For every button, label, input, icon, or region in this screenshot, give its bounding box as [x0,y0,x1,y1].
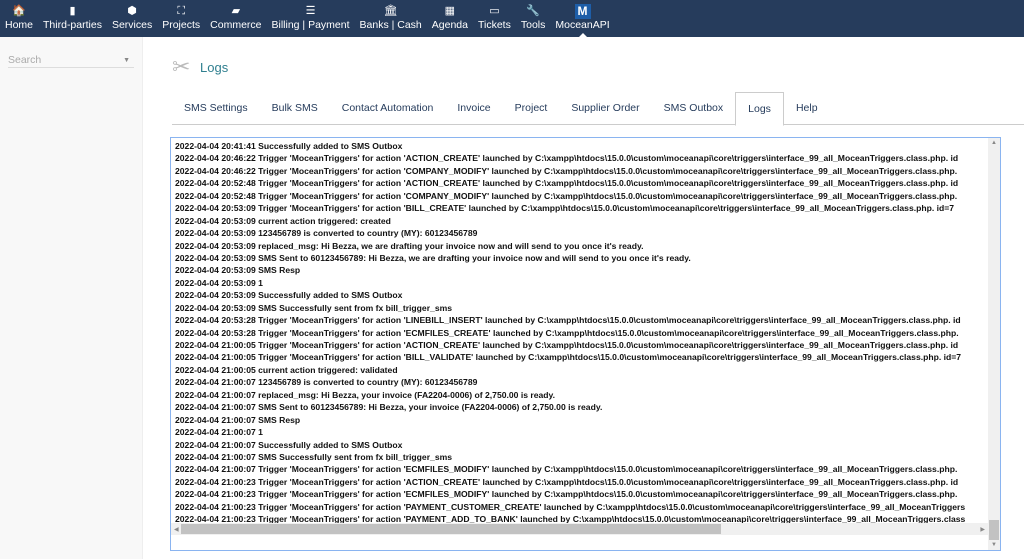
log-line: 2022-04-04 20:52:48 Trigger 'MoceanTrigg… [175,178,959,189]
log-line: 2022-04-04 20:41:41 Successfully added t… [175,141,403,151]
nav-commerce[interactable]: ▰ Commerce [205,0,266,37]
log-line: 2022-04-04 21:00:07 Trigger 'MoceanTrigg… [175,464,958,475]
vertical-scroll-thumb[interactable] [989,520,999,540]
log-line: 2022-04-04 21:00:07 SMS Sent to 60123456… [175,402,603,413]
log-line: 2022-04-04 20:53:09 Trigger 'MoceanTrigg… [175,203,955,214]
log-line: 2022-04-04 20:53:28 Trigger 'MoceanTrigg… [175,315,961,326]
log-line: 2022-04-04 20:53:09 123456789 is convert… [175,228,478,239]
nav-billing-payment[interactable]: ☰ Billing | Payment [267,0,355,37]
horizontal-scroll-thumb[interactable] [181,524,721,534]
nav-icon: ⬢ [127,5,137,17]
nav-icon: ⛶ [177,5,186,17]
caret-down-icon: ▼ [123,57,130,64]
nav-label: Commerce [210,19,262,31]
log-lines: 2022-04-04 20:41:41 Successfully added t… [175,140,988,526]
log-textarea[interactable]: 2022-04-04 20:41:41 Successfully added t… [170,137,1001,551]
nav-tools[interactable]: 🔧 Tools [516,0,551,37]
nav-icon: 🏛 [383,5,398,17]
log-line: 2022-04-04 20:53:28 Trigger 'MoceanTrigg… [175,327,959,338]
search-placeholder: Search [8,54,42,66]
nav-icon: ▦ [444,5,456,17]
tab-help[interactable]: Help [784,92,830,125]
scroll-left-icon[interactable]: ◀ [174,526,179,533]
log-line: 2022-04-04 21:00:07 Successfully added t… [175,439,403,450]
nav-icon: M [574,4,591,19]
nav-label: Home [5,19,34,31]
log-line: 2022-04-04 21:00:05 current action trigg… [175,364,398,375]
tab-supplier-order[interactable]: Supplier Order [559,92,651,125]
sidebar: Search ▼ [0,37,143,559]
nav-label: Projects [162,19,201,31]
log-line: 2022-04-04 21:00:07 replaced_msg: Hi Bez… [175,389,556,400]
nav-tickets[interactable]: ▭ Tickets [473,0,516,37]
log-line: 2022-04-04 21:00:07 SMS Successfully sen… [175,451,453,462]
log-line: 2022-04-04 20:46:22 Trigger 'MoceanTrigg… [175,153,959,164]
nav-label: Tickets [477,19,511,31]
nav-icon: ☰ [305,5,316,17]
log-line: 2022-04-04 20:46:22 Trigger 'MoceanTrigg… [175,165,958,176]
log-line: 2022-04-04 20:53:09 SMS Successfully sen… [175,302,453,313]
tools-icon: ✂ [172,54,191,79]
scroll-down-icon[interactable]: ▼ [991,542,997,548]
nav-agenda[interactable]: ▦ Agenda [427,0,473,37]
tab-sms-outbox[interactable]: SMS Outbox [652,92,736,125]
page-title: Logs [200,59,229,75]
search-select[interactable]: Search ▼ [8,51,134,68]
nav-third-parties[interactable]: ▮ Third-parties [38,0,107,37]
nav-icon: 🔧 [526,5,540,17]
log-line: 2022-04-04 20:53:09 current action trigg… [175,215,391,226]
nav-icon: ▰ [231,5,241,17]
nav-label: Third-parties [43,19,102,31]
scroll-up-icon[interactable]: ▲ [991,140,997,146]
log-line: 2022-04-04 21:00:23 Trigger 'MoceanTrigg… [175,489,958,500]
nav-services[interactable]: ⬢ Services [107,0,157,37]
log-line: 2022-04-04 21:00:23 Trigger 'MoceanTrigg… [175,501,966,512]
nav-home[interactable]: 🏠 Home [0,0,38,37]
scroll-right-icon[interactable]: ▶ [980,526,985,533]
top-navigation: 🏠 Home ▮ Third-parties ⬢ Services ⛶ Projects ▰ Co… [0,0,1024,37]
log-line: 2022-04-04 20:53:09 Successfully added t… [175,290,403,301]
log-line: 2022-04-04 20:53:09 SMS Sent to 60123456… [175,252,691,263]
nav-label: Banks | Cash [359,19,422,31]
log-line: 2022-04-04 20:53:09 1 [175,277,263,288]
log-line: 2022-04-04 21:00:07 123456789 is convert… [175,377,478,388]
tab-bar: SMS Settings Bulk SMS Contact Automation In… [172,92,1024,126]
log-line: 2022-04-04 21:00:05 Trigger 'MoceanTrigg… [175,352,962,363]
nav-label: Services [111,19,153,31]
nav-label: Billing | Payment [271,19,350,31]
page-header: ✂ Logs [172,54,228,80]
nav-moceanapi[interactable]: M MoceanAPI [550,0,614,37]
tab-invoice[interactable]: Invoice [445,92,502,125]
nav-icon: ▮ [69,5,76,17]
nav-icon: ▭ [489,5,500,17]
nav-icon: 🏠 [12,5,26,17]
horizontal-scrollbar[interactable]: ◀ ▶ [171,523,988,535]
nav-label: MoceanAPI [555,19,610,31]
log-line: 2022-04-04 21:00:07 1 [175,427,263,438]
nav-projects[interactable]: ⛶ Projects [157,0,205,37]
nav-label: Agenda [431,19,468,31]
tab-bulk-sms[interactable]: Bulk SMS [260,92,330,125]
log-line: 2022-04-04 20:52:48 Trigger 'MoceanTrigg… [175,190,958,201]
log-line: 2022-04-04 21:00:23 Trigger 'MoceanTrigg… [175,476,959,487]
tab-sms-settings[interactable]: SMS Settings [172,92,260,125]
tab-logs[interactable]: Logs [735,92,784,126]
log-line: 2022-04-04 20:53:09 replaced_msg: Hi Bez… [175,240,644,251]
log-line: 2022-04-04 20:53:09 SMS Resp [175,265,301,276]
nav-label: Tools [520,19,546,31]
vertical-scrollbar[interactable]: ▲ ▼ [988,138,1000,550]
nav-banks-cash[interactable]: 🏛 Banks | Cash [355,0,427,37]
log-line: 2022-04-04 21:00:07 SMS Resp [175,414,301,425]
tab-project[interactable]: Project [503,92,560,125]
tab-contact-automation[interactable]: Contact Automation [330,92,446,125]
log-line: 2022-04-04 21:00:05 Trigger 'MoceanTrigg… [175,340,959,350]
